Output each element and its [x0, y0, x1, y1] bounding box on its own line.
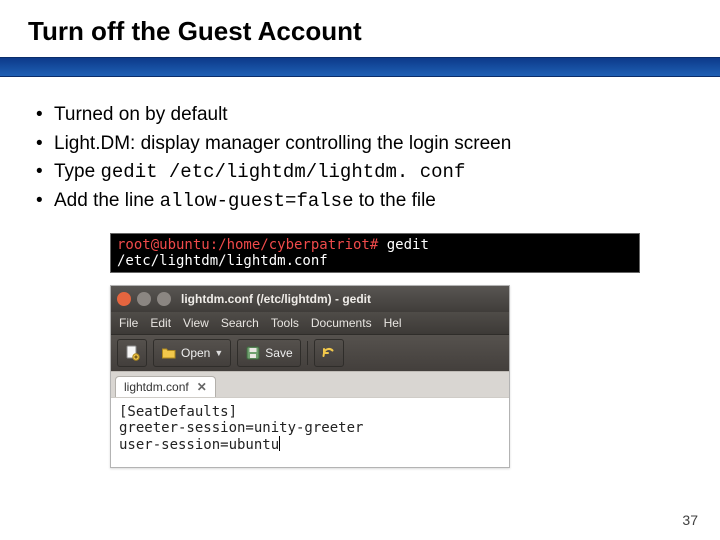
menu-help[interactable]: Hel	[384, 316, 402, 330]
illustration-block: root@ubuntu:/home/cyberpatriot# gedit /e…	[110, 233, 640, 468]
menu-view[interactable]: View	[183, 316, 209, 330]
editor-line-text: user-session=ubuntu	[119, 437, 279, 453]
document-new-icon	[124, 345, 140, 361]
toolbar-separator	[307, 341, 308, 365]
bullet-text-prefix: Type	[54, 161, 100, 182]
window-maximize-button[interactable]	[157, 292, 171, 306]
folder-open-icon	[161, 345, 177, 361]
inline-code: allow-guest=false	[160, 190, 354, 212]
header-blue-bar	[0, 57, 720, 77]
open-button-label: Open	[181, 346, 210, 360]
save-icon	[245, 345, 261, 361]
gedit-menubar: File Edit View Search Tools Documents He…	[111, 312, 509, 334]
slide-title: Turn off the Guest Account	[0, 0, 720, 57]
bullet-item: • Light.DM: display manager controlling …	[36, 130, 684, 159]
bullet-text: Add the line allow-guest=false to the fi…	[54, 187, 436, 216]
page-number: 37	[682, 512, 698, 528]
new-document-button[interactable]	[117, 339, 147, 367]
undo-button[interactable]	[314, 339, 344, 367]
text-caret	[279, 436, 280, 451]
document-tab-label: lightdm.conf	[124, 380, 189, 394]
editor-line: user-session=ubuntu	[119, 436, 501, 453]
terminal-prompt: root@ubuntu:/home/cyberpatriot#	[117, 237, 378, 253]
save-button[interactable]: Save	[237, 339, 300, 367]
gedit-tabstrip: lightdm.conf ✕	[111, 371, 509, 397]
window-title: lightdm.conf (/etc/lightdm) - gedit	[177, 292, 371, 306]
gedit-window: lightdm.conf (/etc/lightdm) - gedit File…	[110, 285, 510, 468]
terminal-line: root@ubuntu:/home/cyberpatriot# gedit /e…	[110, 233, 640, 273]
gedit-editor[interactable]: [SeatDefaults] greeter-session=unity-gre…	[111, 397, 509, 467]
menu-documents[interactable]: Documents	[311, 316, 372, 330]
bullet-item: • Add the line allow-guest=false to the …	[36, 187, 684, 216]
open-button[interactable]: Open ▼	[153, 339, 231, 367]
bullet-item: • Type gedit /etc/lightdm/lightdm. conf	[36, 158, 684, 187]
window-minimize-button[interactable]	[137, 292, 151, 306]
menu-edit[interactable]: Edit	[150, 316, 171, 330]
document-tab[interactable]: lightdm.conf ✕	[115, 376, 216, 397]
bullet-dot: •	[36, 187, 44, 216]
editor-line: [SeatDefaults]	[119, 404, 501, 420]
bullet-text: Turned on by default	[54, 101, 228, 130]
gedit-titlebar: lightdm.conf (/etc/lightdm) - gedit	[111, 286, 509, 312]
window-close-button[interactable]	[117, 292, 131, 306]
menu-search[interactable]: Search	[221, 316, 259, 330]
menu-file[interactable]: File	[119, 316, 138, 330]
bullet-item: • Turned on by default	[36, 101, 684, 130]
chevron-down-icon: ▼	[214, 348, 223, 358]
editor-line: greeter-session=unity-greeter	[119, 420, 501, 436]
tab-close-icon[interactable]: ✕	[197, 380, 207, 394]
bullet-text-prefix: Add the line	[54, 190, 160, 211]
bullet-dot: •	[36, 130, 44, 159]
bullet-text-suffix: to the file	[353, 190, 435, 211]
bullet-dot: •	[36, 158, 44, 187]
menu-tools[interactable]: Tools	[271, 316, 299, 330]
bullet-list: • Turned on by default • Light.DM: displ…	[0, 77, 720, 223]
save-button-label: Save	[265, 346, 292, 360]
slide: Turn off the Guest Account • Turned on b…	[0, 0, 720, 540]
inline-code: gedit /etc/lightdm/lightdm. conf	[100, 161, 465, 183]
undo-icon	[321, 345, 337, 361]
gedit-toolbar: Open ▼ Save	[111, 334, 509, 371]
bullet-dot: •	[36, 101, 44, 130]
bullet-text: Light.DM: display manager controlling th…	[54, 130, 511, 159]
bullet-text: Type gedit /etc/lightdm/lightdm. conf	[54, 158, 465, 187]
